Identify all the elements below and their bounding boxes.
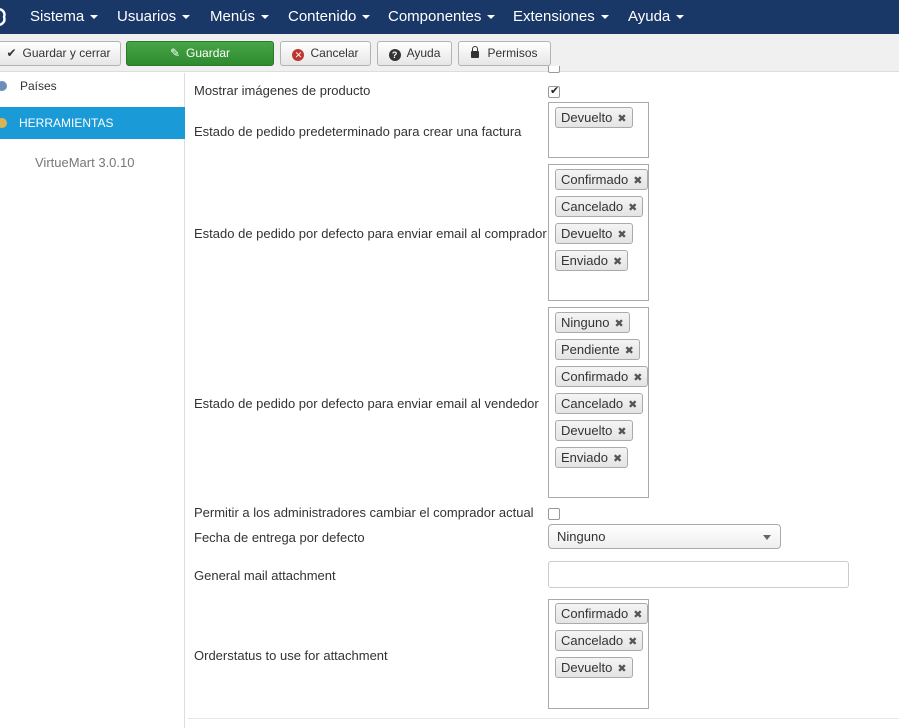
sidebar: Países HERRAMIENTAS VirtueMart 3.0.10 [0,73,185,728]
help-button[interactable]: ? Ayuda [377,41,452,66]
remove-tag-icon[interactable]: ✖ [617,660,626,679]
status-tag: Devuelto ✖ [555,107,633,128]
chevron-down-icon [182,15,191,20]
cancel-button[interactable]: ✕ Cancelar [280,41,371,66]
remove-tag-icon[interactable]: ✖ [614,315,623,334]
nav-extensiones[interactable]: Extensiones [513,0,609,34]
nav-menus[interactable]: Menús [210,0,270,34]
status-tag: Pendiente ✖ [555,339,640,360]
status-tag: Confirmado ✖ [555,603,649,625]
status-tag: Ninguno ✖ [555,312,630,333]
status-tag: Enviado ✖ [555,250,629,272]
lock-icon [471,46,480,58]
invoice-status-label: Estado de pedido predeterminado para cre… [194,124,522,139]
admin-change-buyer-checkbox[interactable] [548,508,560,520]
chevron-down-icon [600,15,609,20]
invoice-status-multiselect[interactable]: Devuelto ✖ [548,102,649,158]
top-navbar: Sistema Usuarios Menús Contenido Compone… [0,0,899,34]
joomla-logo-icon[interactable] [0,6,10,28]
show-images-label: Mostrar imágenes de producto [194,83,371,98]
toolbar: ✔ Guardar y cerrar ✎ Guardar ✕ Cancelar ? Ay… [0,34,899,72]
save-close-button[interactable]: ✔ Guardar y cerrar [0,41,121,66]
chevron-down-icon [487,15,496,20]
save-button[interactable]: ✎ Guardar [126,41,274,66]
remove-tag-icon[interactable]: ✖ [628,199,637,218]
status-tag: Confirmado ✖ [555,366,649,388]
remove-tag-icon[interactable]: ✖ [617,423,626,442]
close-circle-icon: ✕ [292,49,305,61]
status-tag: Devuelto ✖ [555,420,633,441]
globe-icon [0,81,7,91]
delivery-date-select[interactable]: Ninguno [548,524,781,549]
clipped-checkbox[interactable] [548,66,560,73]
chevron-down-icon [261,15,270,20]
remove-tag-icon[interactable]: ✖ [633,369,642,388]
edit-icon: ✎ [169,46,181,60]
remove-tag-icon[interactable]: ✖ [625,342,634,361]
admin-change-buyer-label: Permitir a los administradores cambiar e… [194,505,534,520]
attachment-status-label: Orderstatus to use for attachment [194,648,388,663]
remove-tag-icon[interactable]: ✖ [613,450,622,469]
sidebar-item-paises[interactable]: Países [0,73,185,99]
question-icon: ? [388,49,401,61]
dropdown-arrow-icon [763,535,771,540]
sidebar-item-herramientas[interactable]: HERRAMIENTAS [0,107,185,139]
nav-usuarios[interactable]: Usuarios [117,0,191,34]
content-divider [188,718,899,719]
status-tag: Enviado ✖ [555,447,629,469]
status-tag: Confirmado ✖ [555,169,649,191]
status-tag: Cancelado ✖ [555,196,644,218]
remove-tag-icon[interactable]: ✖ [633,172,642,191]
permissions-button[interactable]: Permisos [458,41,551,66]
buyer-email-multiselect[interactable]: Confirmado ✖ Cancelado ✖ Devuelto ✖ Enviado… [548,164,649,301]
buyer-email-label: Estado de pedido por defecto para enviar… [194,226,547,241]
mail-attachment-input[interactable] [548,561,849,588]
status-tag: Devuelto ✖ [555,223,633,244]
mail-attachment-label: General mail attachment [194,568,336,583]
status-tag: Cancelado ✖ [555,393,644,415]
chevron-down-icon [90,15,99,20]
status-tag: Devuelto ✖ [555,657,633,678]
vendor-email-label: Estado de pedido por defecto para enviar… [194,396,539,411]
attachment-status-multiselect[interactable]: Confirmado ✖ Cancelado ✖ Devuelto ✖ [548,599,649,709]
remove-tag-icon[interactable]: ✖ [628,633,637,652]
nav-ayuda[interactable]: Ayuda [628,0,685,34]
status-tag: Cancelado ✖ [555,630,644,652]
nav-componentes[interactable]: Componentes [388,0,496,34]
nav-contenido[interactable]: Contenido [288,0,371,34]
chevron-down-icon [362,15,371,20]
show-images-checkbox[interactable] [548,84,560,98]
remove-tag-icon[interactable]: ✖ [633,606,642,625]
check-icon: ✔ [6,46,17,60]
vendor-email-multiselect[interactable]: Ninguno ✖ Pendiente ✖ Confirmado ✖ Cancelad… [548,307,649,498]
remove-tag-icon[interactable]: ✖ [617,226,626,245]
remove-tag-icon[interactable]: ✖ [613,253,622,272]
tools-icon [0,118,7,128]
remove-tag-icon[interactable]: ✖ [628,396,637,415]
delivery-date-label: Fecha de entrega por defecto [194,530,365,545]
version-label: VirtueMart 3.0.10 [35,155,135,170]
chevron-down-icon [676,15,685,20]
remove-tag-icon[interactable]: ✖ [617,110,626,129]
nav-sistema[interactable]: Sistema [30,0,99,34]
